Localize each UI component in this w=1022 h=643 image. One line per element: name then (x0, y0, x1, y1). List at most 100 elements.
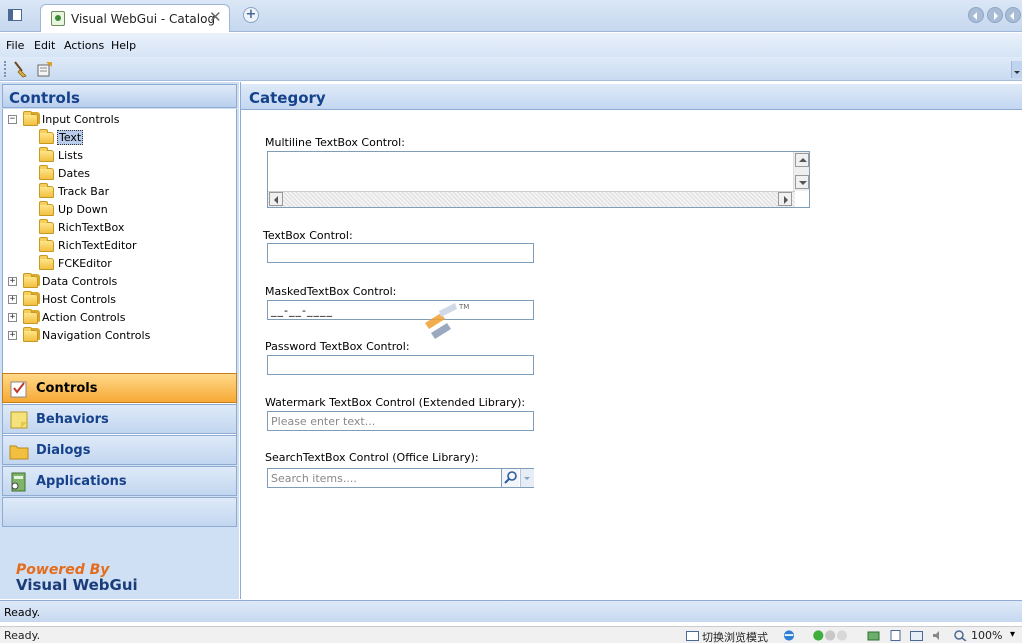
checklist-icon (10, 381, 27, 398)
masked-value: __-__-____ (271, 304, 333, 317)
tree-label: RichTextEditor (58, 239, 137, 252)
folder-icon (39, 183, 54, 198)
properties-icon[interactable] (36, 60, 54, 78)
trademark-mark: TM (459, 303, 470, 311)
tree-label: Lists (58, 149, 83, 162)
menu-help[interactable]: Help (111, 39, 136, 52)
folder-icon (39, 219, 54, 234)
folder-icon (39, 237, 54, 252)
folder-stack-icon (23, 273, 38, 288)
reading-icon[interactable] (889, 630, 902, 641)
tree-label: Action Controls (42, 311, 126, 324)
expand-icon[interactable]: + (8, 295, 17, 304)
speaker-icon[interactable] (932, 630, 945, 641)
category-panel: Category Multiline TextBox Control: Text… (240, 82, 1022, 599)
arrow-right-icon (784, 196, 788, 204)
multiline-label: Multiline TextBox Control: (265, 136, 405, 149)
folder-mode-icon[interactable] (686, 630, 699, 641)
tree-label: FCKEditor (58, 257, 112, 270)
menu-actions[interactable]: Actions (64, 39, 104, 52)
forward-arrow-icon[interactable] (987, 7, 1003, 23)
controls-header-title: Controls (9, 89, 80, 107)
folder-icon (9, 445, 29, 460)
expand-icon[interactable]: + (8, 277, 17, 286)
search-label: SearchTextBox Control (Office Library): (265, 451, 479, 464)
scroll-up-button[interactable] (795, 153, 809, 167)
nav-button-dialogs[interactable]: Dialogs (2, 435, 237, 465)
new-tab-plus-icon[interactable]: + (243, 7, 259, 23)
tree-label-selected: Text (57, 130, 84, 145)
arrow-up-icon (799, 158, 807, 162)
scroll-left-button[interactable] (269, 192, 283, 206)
textbox-input[interactable] (267, 243, 534, 263)
scroll-right-button[interactable] (778, 192, 792, 206)
zoom-icon[interactable] (954, 630, 967, 641)
back-arrow-icon[interactable] (968, 7, 984, 23)
nav-button-applications[interactable]: Applications (2, 466, 237, 496)
folder-stack-icon (23, 291, 38, 306)
toolbar-overflow-button[interactable] (1011, 61, 1022, 78)
folder-icon (39, 255, 54, 270)
tree-label: Data Controls (42, 275, 118, 288)
watermark-label: Watermark TextBox Control (Extended Libr… (265, 396, 526, 409)
browser-tabbar: Visual WebGui - Catalog ✕ + (0, 0, 1022, 32)
nav-button-label: Behaviors (36, 412, 109, 427)
window-mode-icon[interactable] (910, 630, 923, 641)
broom-icon[interactable] (11, 60, 29, 78)
browser-status-bar: Ready. 切换浏览模式 100% ▾ (0, 626, 1022, 643)
vertical-scrollbar[interactable] (793, 152, 809, 191)
arrow-left-icon (274, 196, 278, 204)
tree-label: Input Controls (42, 113, 120, 126)
category-title: Category (249, 89, 326, 107)
switch-browse-mode-text[interactable]: 切换浏览模式 (702, 629, 768, 643)
menu-edit[interactable]: Edit (34, 39, 55, 52)
multiline-textbox[interactable] (267, 151, 810, 208)
horizontal-scrollbar[interactable] (268, 191, 795, 207)
masked-textbox-input[interactable]: __-__-____ (267, 300, 534, 320)
search-button[interactable] (501, 469, 519, 487)
search-placeholder: Search items.... (271, 472, 357, 485)
refresh-page-icon[interactable] (867, 630, 880, 641)
search-input[interactable]: Search items.... (267, 468, 534, 488)
scroll-down-button[interactable] (795, 175, 809, 189)
toolbar-grip[interactable] (4, 61, 6, 77)
menu-file[interactable]: File (6, 39, 24, 52)
left-panel: Controls − Input Controls Text Lists Dat… (0, 82, 239, 599)
nav-menu-icon[interactable] (1005, 7, 1021, 23)
tree-label: Host Controls (42, 293, 117, 306)
brand-logo-text: Visual WebGui (16, 576, 138, 594)
watermark-input[interactable]: Please enter text... (267, 411, 534, 431)
folder-icon (39, 165, 54, 180)
window-icon[interactable] (8, 9, 22, 21)
tree-label: Navigation Controls (42, 329, 151, 342)
app-status-text: Ready. (4, 606, 41, 619)
folder-icon (39, 129, 54, 144)
search-icon (504, 471, 517, 484)
folder-stack-icon (23, 309, 38, 324)
nav-button-controls[interactable]: Controls (2, 373, 237, 403)
compatibility-toggle-icon[interactable] (809, 630, 853, 641)
browser-tab[interactable]: Visual WebGui - Catalog ✕ (40, 4, 230, 32)
close-tab-icon[interactable]: ✕ (209, 9, 222, 25)
nav-button-overflow[interactable] (2, 497, 237, 527)
nav-button-label: Dialogs (36, 443, 91, 458)
nav-button-label: Controls (36, 381, 98, 396)
password-input[interactable] (267, 355, 534, 375)
search-dropdown-button[interactable] (520, 469, 534, 487)
collapse-icon[interactable]: − (8, 115, 17, 124)
ie-globe-icon[interactable] (781, 630, 797, 641)
expand-icon[interactable]: + (8, 331, 17, 340)
app-status-bar: Ready. (0, 600, 1022, 622)
masked-textbox-label: MaskedTextBox Control: (265, 285, 397, 298)
zoom-level[interactable]: 100% (971, 629, 1002, 642)
tab-title: Visual WebGui - Catalog (71, 12, 216, 26)
browser-status-text: Ready. (4, 629, 41, 642)
category-header: Category (241, 84, 1022, 110)
zoom-caret-icon[interactable]: ▾ (1010, 629, 1015, 640)
tree-label: Track Bar (58, 185, 110, 198)
expand-icon[interactable]: + (8, 313, 17, 322)
nav-button-behaviors[interactable]: Behaviors (2, 404, 237, 434)
folder-stack-icon (23, 327, 38, 342)
folder-stack-icon (23, 111, 38, 126)
textbox-label: TextBox Control: (263, 229, 353, 242)
